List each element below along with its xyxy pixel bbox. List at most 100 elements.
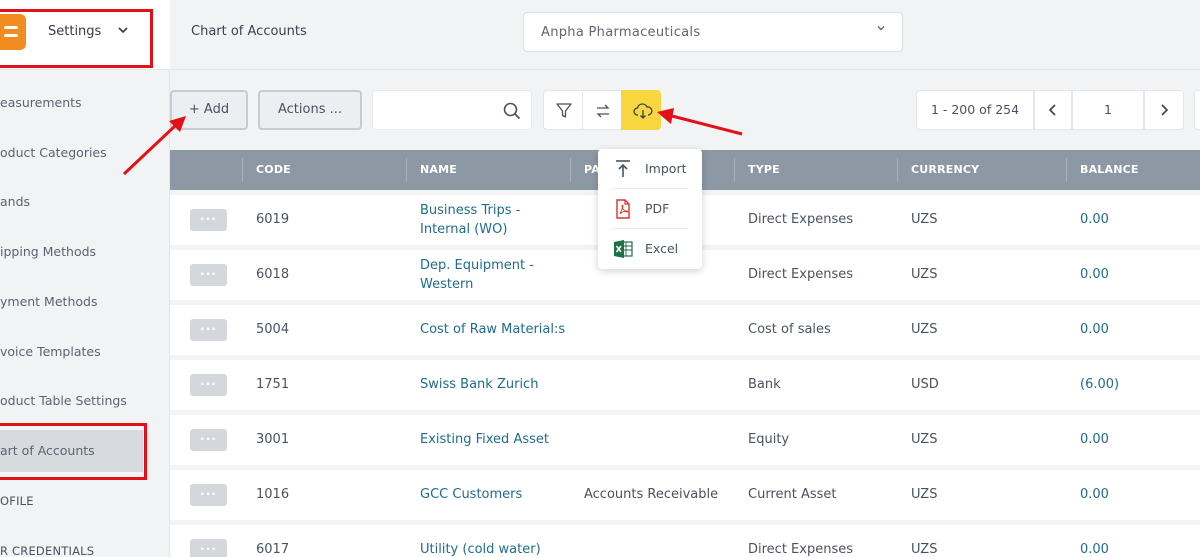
cell-parent: Accounts Receivable [584,487,719,502]
filter-icon [556,103,572,118]
chevron-down-icon [876,23,886,36]
pagination-range: 1 - 200 of 254 [916,90,1034,130]
cloud-download-icon [633,103,653,119]
search-box [372,90,532,130]
table-row[interactable]: ··· 1016 GCC Customers Accounts Receivab… [170,470,1200,520]
cell-name-link[interactable]: Swiss Bank Zurich [420,377,538,392]
cell-type: Bank [748,377,781,392]
cell-balance: 0.00 [1080,542,1109,557]
toolbar-extra-button[interactable] [1194,90,1200,130]
cell-type: Direct Expenses [748,212,853,227]
company-selector[interactable]: Anpha Pharmaceuticals [523,12,903,52]
row-menu-button[interactable]: ··· [190,264,227,286]
cell-currency: UZS [911,267,938,282]
chevron-right-icon [1161,104,1169,116]
table-row[interactable]: ··· 3001 Existing Fixed Asset Equity UZS… [170,415,1200,465]
row-menu-button[interactable]: ··· [190,429,227,451]
column-header-balance[interactable]: BALANCE [1080,150,1139,190]
table-row[interactable]: ··· 1751 Swiss Bank Zurich Bank USD (6.0… [170,360,1200,410]
upload-icon [616,160,630,177]
sidebar-item-measurements[interactable]: easurements [0,95,82,110]
filter-button[interactable] [543,90,583,130]
cell-name-link[interactable]: Business Trips - [420,203,520,218]
sidebar-item-product-categories[interactable]: oduct Categories [0,145,107,160]
row-menu-button[interactable]: ··· [190,374,227,396]
sidebar-section-user-credentials[interactable]: R CREDENTIALS [0,544,94,557]
sidebar-item-shipping-methods[interactable]: ipping Methods [0,244,96,259]
export-dropdown: Import PDF Excel [598,149,702,269]
cell-balance: 0.00 [1080,487,1109,502]
row-menu-button[interactable]: ··· [190,319,227,341]
cell-name-link[interactable]: Utility (cold water) [420,542,541,557]
actions-button[interactable]: Actions ... [258,90,362,130]
cell-code: 6017 [256,542,290,557]
column-header-currency[interactable]: CURRENCY [911,150,979,190]
header-bar: Chart of Accounts Anpha Pharmaceuticals [171,0,1200,70]
annotation-box-settings [0,9,153,68]
add-button[interactable]: + Add [170,90,248,130]
prev-page-button[interactable] [1034,90,1072,130]
cell-type: Direct Expenses [748,542,853,557]
swap-arrows-icon [596,104,610,118]
cell-currency: UZS [911,542,938,557]
cell-balance: 0.00 [1080,212,1109,227]
pdf-file-icon [616,199,630,219]
cell-type: Equity [748,432,790,447]
import-label: Import [645,161,687,176]
row-menu-button[interactable]: ··· [190,209,227,231]
cell-code: 3001 [256,432,290,447]
cell-code: 6019 [256,212,290,227]
cell-name-link-line2[interactable]: Western [420,277,473,292]
pdf-menu-item[interactable]: PDF [612,189,688,229]
table-row[interactable]: ··· 5004 Cost of Raw Material:s Cost of … [170,305,1200,355]
cell-name-link[interactable]: Dep. Equipment - [420,258,534,273]
cell-currency: UZS [911,212,938,227]
cell-balance: 0.00 [1080,322,1109,337]
sidebar-section-profile[interactable]: OFILE [0,494,34,508]
cell-name-link[interactable]: GCC Customers [420,487,522,502]
excel-label: Excel [645,241,679,256]
cell-balance: 0.00 [1080,267,1109,282]
sidebar-item-payment-methods[interactable]: yment Methods [0,294,97,309]
page-number-input[interactable]: 1 [1072,90,1144,130]
search-input[interactable] [381,99,493,123]
transfer-button[interactable] [582,90,622,130]
cell-type: Current Asset [748,487,837,502]
cell-currency: UZS [911,432,938,447]
cell-balance: 0.00 [1080,432,1109,447]
cell-code: 1751 [256,377,290,392]
page-title: Chart of Accounts [191,24,307,39]
cell-currency: USD [911,377,939,392]
excel-menu-item[interactable]: Excel [612,229,688,269]
import-menu-item[interactable]: Import [612,149,688,189]
excel-file-icon [614,240,633,258]
cell-type: Direct Expenses [748,267,853,282]
sidebar-item-invoice-templates[interactable]: voice Templates [0,344,101,359]
company-name: Anpha Pharmaceuticals [541,25,701,40]
column-header-code[interactable]: CODE [256,150,291,190]
sidebar-item-brands[interactable]: ands [0,194,30,209]
sidebar-item-product-table-settings[interactable]: oduct Table Settings [0,393,127,408]
cell-name-link[interactable]: Existing Fixed Asset [420,432,549,447]
cell-name-link-line2[interactable]: Internal (WO) [420,222,507,237]
pdf-label: PDF [645,201,670,216]
cell-type: Cost of sales [748,322,831,337]
cell-code: 1016 [256,487,290,502]
cell-balance: (6.00) [1080,377,1120,392]
cell-code: 5004 [256,322,290,337]
next-page-button[interactable] [1144,90,1184,130]
column-header-name[interactable]: NAME [420,150,457,190]
cell-currency: UZS [911,487,938,502]
cell-code: 6018 [256,267,290,282]
export-button[interactable] [621,90,661,130]
column-header-type[interactable]: TYPE [748,150,780,190]
annotation-arrow-to-export [657,108,743,136]
search-icon[interactable] [503,102,521,120]
row-menu-button[interactable]: ··· [190,539,227,557]
cell-currency: UZS [911,322,938,337]
annotation-box-chart-of-accounts [0,423,147,480]
table-row[interactable]: ··· 6017 Utility (cold water) Direct Exp… [170,525,1200,557]
row-menu-button[interactable]: ··· [190,484,227,506]
chevron-left-icon [1048,104,1056,116]
cell-name-link[interactable]: Cost of Raw Material:s [420,322,565,337]
